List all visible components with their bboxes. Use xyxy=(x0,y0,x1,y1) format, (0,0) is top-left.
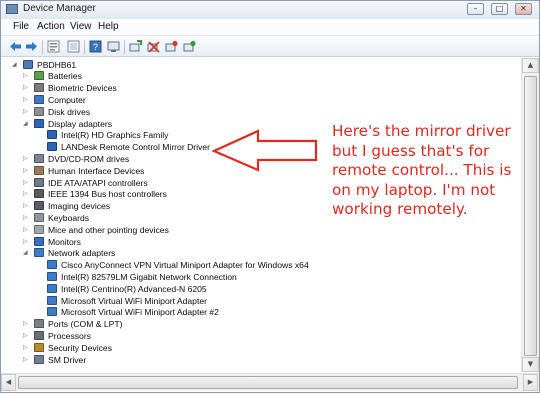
annotation-line: working remotely. xyxy=(332,200,468,218)
annotation-text: Here's the mirror driver but I guess tha… xyxy=(332,122,532,220)
annotation-line: but I guess that's for xyxy=(332,141,490,160)
annotation-line: on my laptop. I'm not xyxy=(332,180,496,199)
device-manager-window: Device Manager – □ ✕ File Action View He… xyxy=(0,0,540,393)
annotation-line: remote control... This is xyxy=(332,161,512,179)
annotation-line: Here's the mirror driver xyxy=(332,122,511,140)
